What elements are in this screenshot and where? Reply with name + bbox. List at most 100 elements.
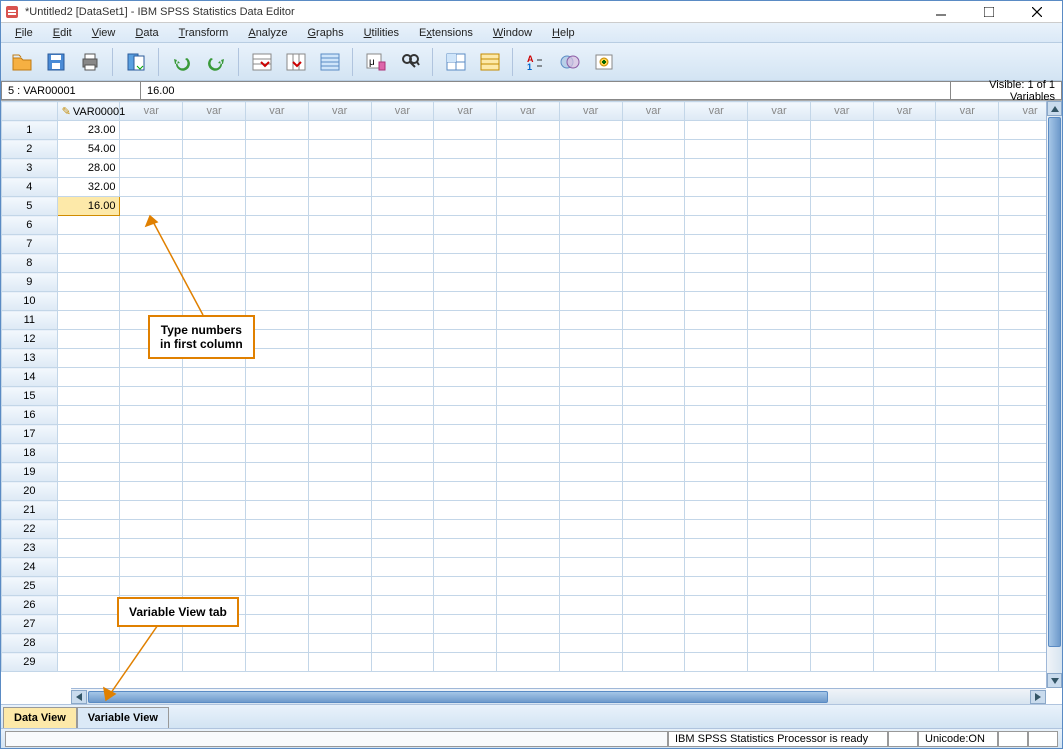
data-cell[interactable] bbox=[183, 539, 246, 558]
data-cell[interactable] bbox=[810, 140, 873, 159]
scroll-up-arrow[interactable] bbox=[1047, 101, 1062, 116]
data-cell[interactable] bbox=[183, 178, 246, 197]
data-cell[interactable] bbox=[120, 577, 183, 596]
data-cell[interactable] bbox=[685, 292, 748, 311]
data-cell[interactable] bbox=[497, 425, 560, 444]
data-cell[interactable] bbox=[873, 444, 936, 463]
data-cell[interactable] bbox=[183, 159, 246, 178]
data-cell[interactable] bbox=[434, 254, 497, 273]
data-cell[interactable] bbox=[497, 292, 560, 311]
data-cell[interactable] bbox=[308, 140, 371, 159]
table-row[interactable]: 15 bbox=[2, 387, 1062, 406]
row-number[interactable]: 2 bbox=[2, 140, 58, 159]
data-cell[interactable]: 32.00 bbox=[57, 178, 120, 197]
table-row[interactable]: 328.00 bbox=[2, 159, 1062, 178]
scroll-down-arrow[interactable] bbox=[1047, 673, 1062, 688]
data-cell[interactable] bbox=[497, 653, 560, 672]
data-cell[interactable] bbox=[873, 273, 936, 292]
data-cell[interactable] bbox=[685, 216, 748, 235]
data-cell[interactable] bbox=[245, 634, 308, 653]
data-cell[interactable] bbox=[245, 577, 308, 596]
data-cell[interactable] bbox=[810, 197, 873, 216]
table-row[interactable]: 16 bbox=[2, 406, 1062, 425]
data-cell[interactable] bbox=[120, 387, 183, 406]
data-cell[interactable] bbox=[748, 235, 811, 254]
data-cell[interactable] bbox=[559, 501, 622, 520]
data-cell[interactable] bbox=[936, 653, 999, 672]
data-cell[interactable] bbox=[308, 539, 371, 558]
data-cell[interactable] bbox=[559, 273, 622, 292]
data-cell[interactable] bbox=[371, 463, 434, 482]
data-cell[interactable] bbox=[810, 216, 873, 235]
horizontal-scroll-thumb[interactable] bbox=[88, 691, 828, 703]
maximize-button[interactable] bbox=[974, 3, 1004, 21]
data-cell[interactable] bbox=[245, 292, 308, 311]
data-cell[interactable] bbox=[497, 615, 560, 634]
data-cell[interactable] bbox=[559, 387, 622, 406]
data-cell[interactable] bbox=[183, 653, 246, 672]
data-cell[interactable] bbox=[497, 577, 560, 596]
data-cell[interactable] bbox=[810, 254, 873, 273]
cell-value-field[interactable]: 16.00 bbox=[141, 81, 951, 100]
data-cell[interactable] bbox=[245, 596, 308, 615]
data-cell[interactable]: 16.00 bbox=[57, 197, 120, 216]
data-cell[interactable] bbox=[810, 387, 873, 406]
data-cell[interactable] bbox=[308, 577, 371, 596]
data-cell[interactable] bbox=[57, 349, 120, 368]
data-cell[interactable] bbox=[559, 615, 622, 634]
column-header-empty[interactable]: var bbox=[936, 102, 999, 121]
data-cell[interactable] bbox=[810, 539, 873, 558]
data-cell[interactable] bbox=[245, 520, 308, 539]
data-cell[interactable] bbox=[810, 349, 873, 368]
data-cell[interactable] bbox=[622, 140, 685, 159]
weight-button[interactable] bbox=[475, 47, 505, 77]
data-cell[interactable] bbox=[685, 520, 748, 539]
data-cell[interactable] bbox=[559, 520, 622, 539]
data-cell[interactable] bbox=[936, 197, 999, 216]
data-cell[interactable] bbox=[183, 501, 246, 520]
data-cell[interactable] bbox=[57, 273, 120, 292]
column-header-empty[interactable]: var bbox=[434, 102, 497, 121]
data-cell[interactable] bbox=[622, 178, 685, 197]
data-cell[interactable] bbox=[559, 463, 622, 482]
data-cell[interactable] bbox=[57, 577, 120, 596]
row-number[interactable]: 16 bbox=[2, 406, 58, 425]
row-number[interactable]: 17 bbox=[2, 425, 58, 444]
table-row[interactable]: 21 bbox=[2, 501, 1062, 520]
data-cell[interactable] bbox=[434, 558, 497, 577]
data-cell[interactable] bbox=[685, 634, 748, 653]
data-cell[interactable] bbox=[685, 425, 748, 444]
data-cell[interactable] bbox=[810, 292, 873, 311]
data-cell[interactable] bbox=[810, 653, 873, 672]
vertical-scroll-thumb[interactable] bbox=[1048, 117, 1061, 647]
data-cell[interactable] bbox=[434, 140, 497, 159]
data-cell[interactable] bbox=[748, 330, 811, 349]
data-cell[interactable] bbox=[748, 368, 811, 387]
data-cell[interactable] bbox=[748, 121, 811, 140]
data-cell[interactable] bbox=[497, 520, 560, 539]
row-number[interactable]: 26 bbox=[2, 596, 58, 615]
data-cell[interactable] bbox=[183, 444, 246, 463]
data-cell[interactable] bbox=[371, 425, 434, 444]
data-cell[interactable] bbox=[434, 349, 497, 368]
data-cell[interactable] bbox=[559, 558, 622, 577]
data-cell[interactable] bbox=[308, 482, 371, 501]
data-cell[interactable] bbox=[183, 634, 246, 653]
redo-button[interactable] bbox=[201, 47, 231, 77]
table-row[interactable]: 123.00 bbox=[2, 121, 1062, 140]
minimize-button[interactable] bbox=[926, 3, 956, 21]
scroll-right-arrow[interactable] bbox=[1030, 690, 1046, 704]
data-cell[interactable] bbox=[120, 520, 183, 539]
data-cell[interactable] bbox=[371, 406, 434, 425]
data-cell[interactable] bbox=[245, 463, 308, 482]
data-cell[interactable] bbox=[371, 596, 434, 615]
data-cell[interactable] bbox=[245, 406, 308, 425]
use-sets-button[interactable] bbox=[555, 47, 585, 77]
data-cell[interactable] bbox=[748, 311, 811, 330]
column-header-empty[interactable]: var bbox=[559, 102, 622, 121]
data-cell[interactable] bbox=[936, 349, 999, 368]
data-cell[interactable] bbox=[622, 311, 685, 330]
data-cell[interactable] bbox=[245, 121, 308, 140]
data-cell[interactable] bbox=[183, 558, 246, 577]
data-cell[interactable] bbox=[245, 501, 308, 520]
